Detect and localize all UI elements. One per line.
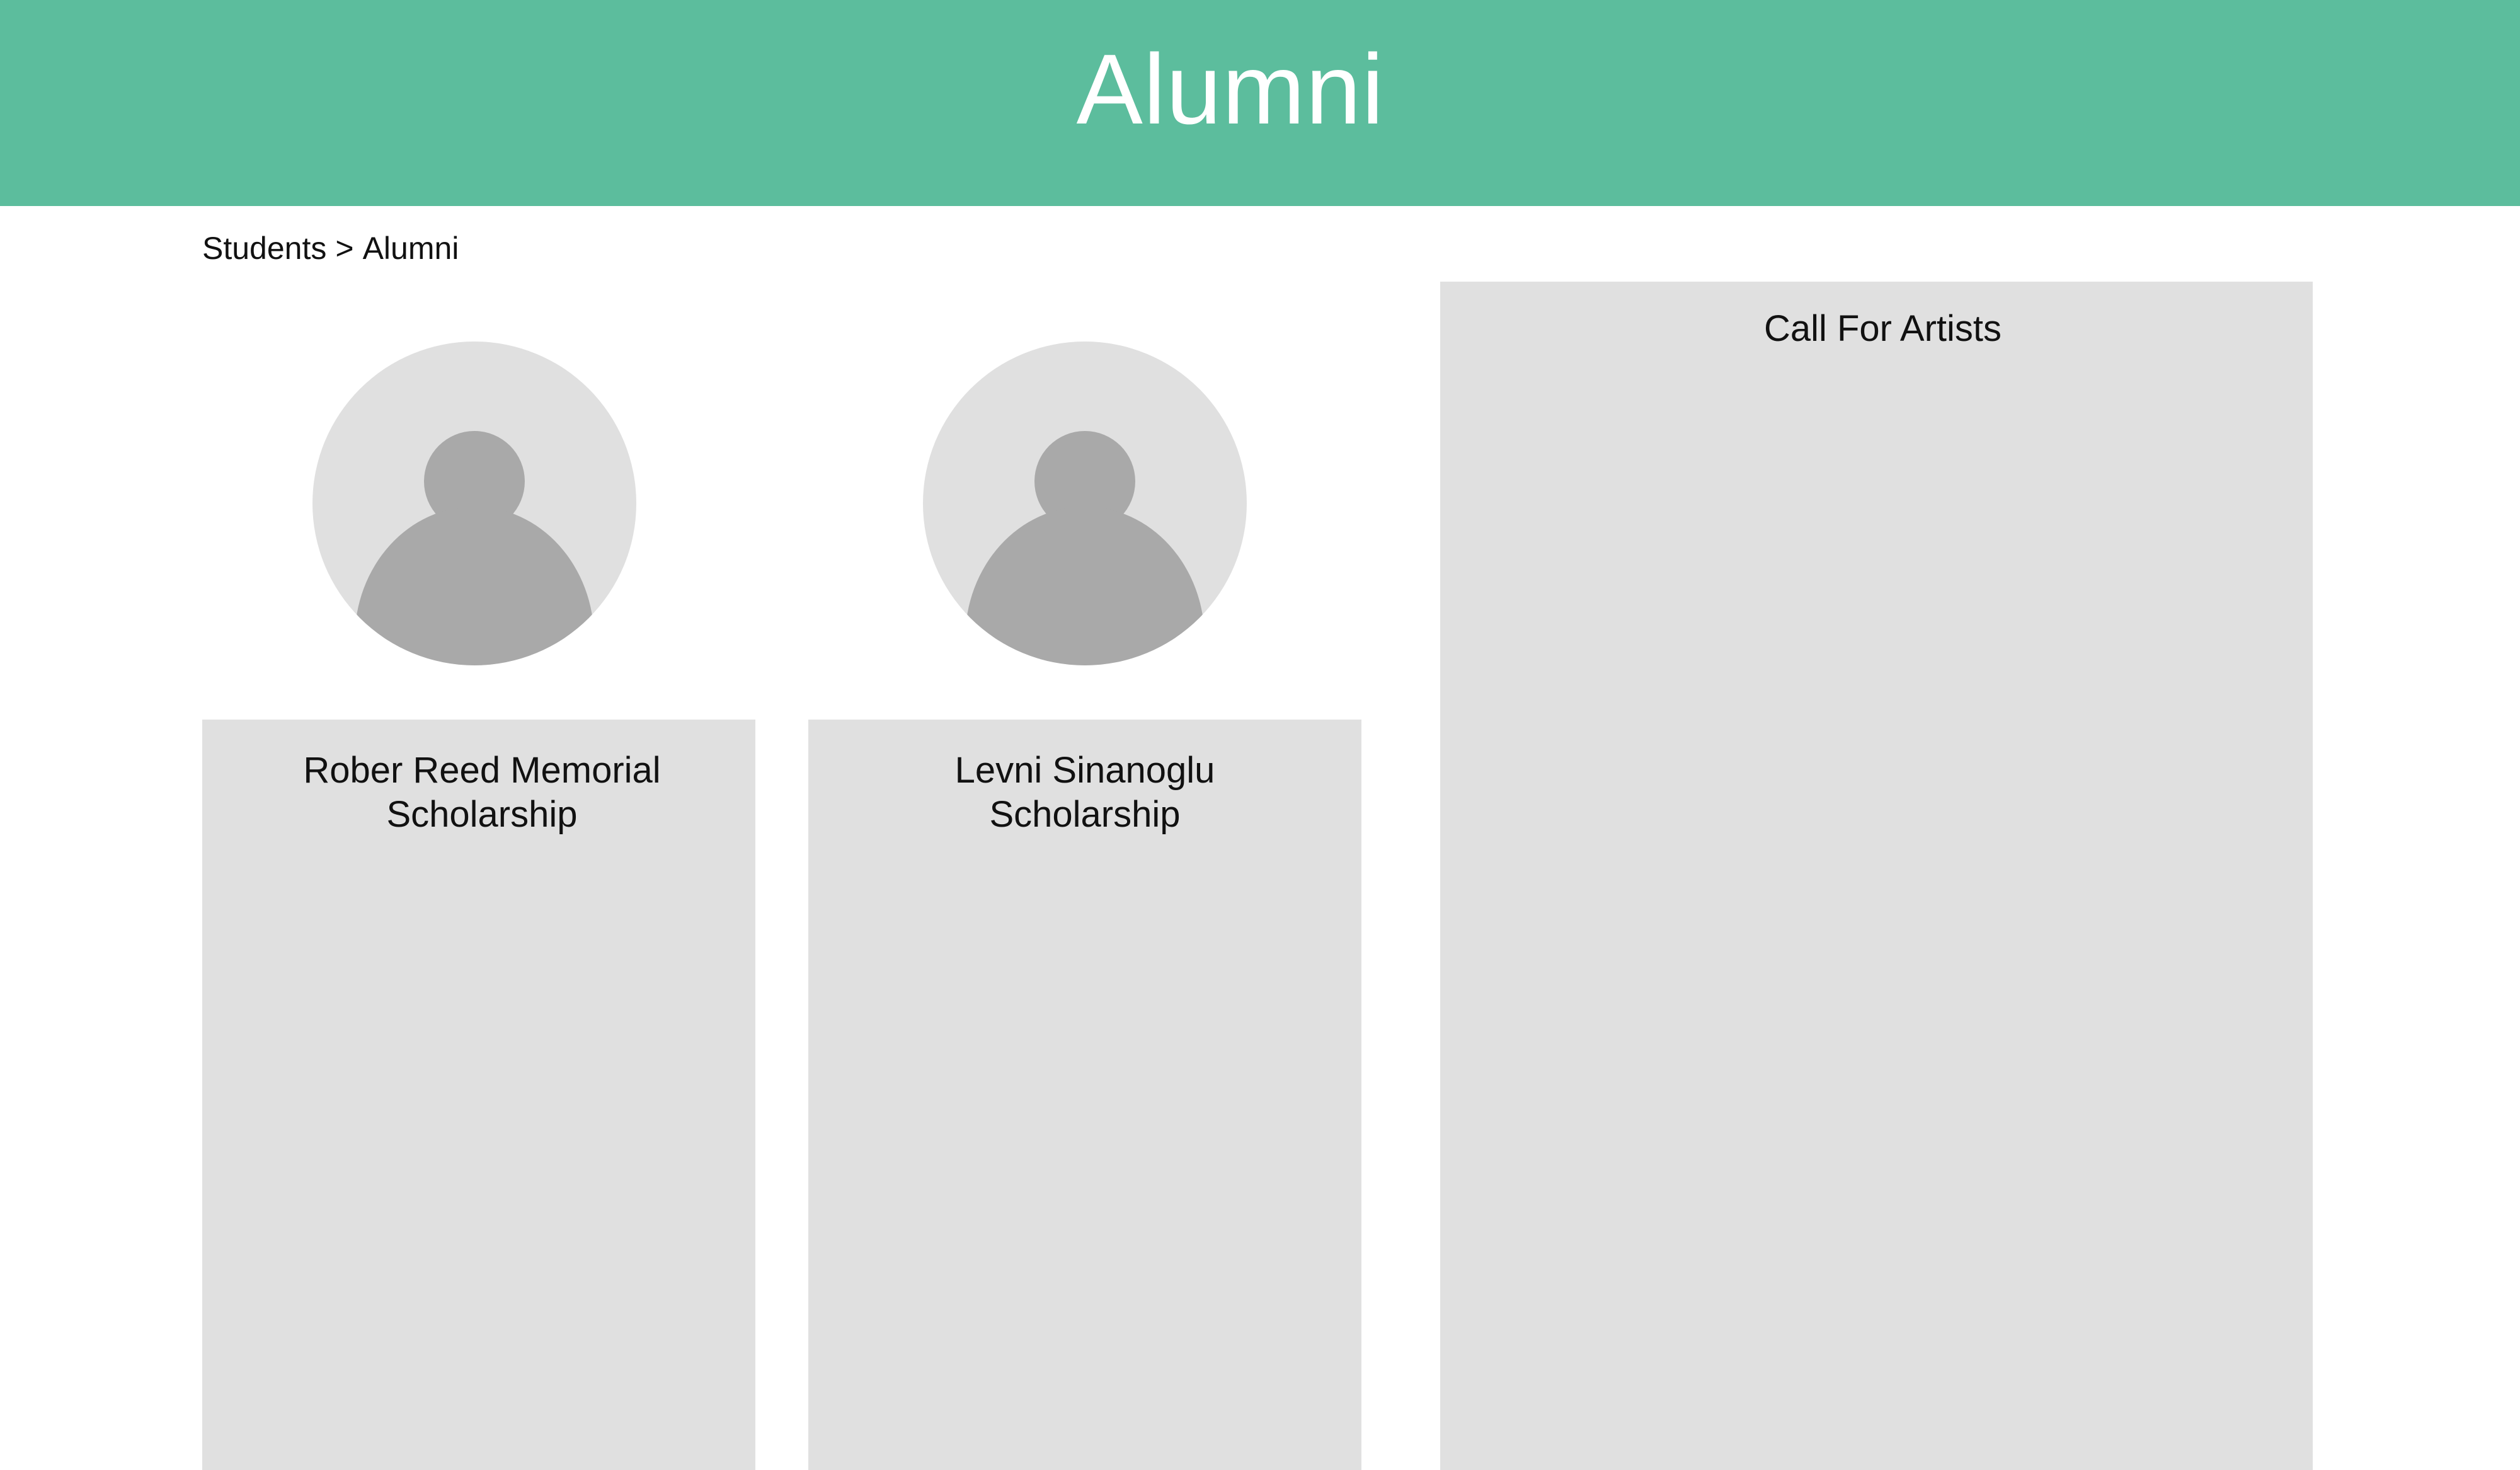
scholarship-title-line1: Levni Sinanoglu [954,750,1215,791]
user-placeholder-icon [923,342,1247,665]
page-header: Alumni [0,0,2520,206]
scholarship-card-levni-sinanoglu[interactable]: Levni Sinanoglu Scholarship [808,720,1361,1470]
scholarship-card-title: Levni Sinanoglu Scholarship [808,749,1361,837]
breadcrumb: Students > Alumni [202,229,459,268]
breadcrumb-link-students[interactable]: Students [202,231,326,266]
call-for-artists-title: Call For Artists [1763,308,2002,349]
breadcrumb-separator: > [335,231,354,266]
breadcrumb-current: Alumni [362,231,459,266]
user-placeholder-icon [312,342,636,665]
scholarship-title-line2: Scholarship [989,794,1181,835]
scholarship-card-title: Rober Reed Memorial Scholarship [202,749,755,837]
call-for-artists-panel[interactable]: Call For Artists [1440,282,2313,1470]
page-title: Alumni [1076,34,1385,145]
scholarship-title-line1: Rober Reed Memorial [303,750,661,791]
scholarship-card-rober-reed[interactable]: Rober Reed Memorial Scholarship [202,720,755,1470]
avatar-body-shape [965,507,1205,665]
avatar-body-shape [355,507,594,665]
scholarship-title-line2: Scholarship [386,794,578,835]
